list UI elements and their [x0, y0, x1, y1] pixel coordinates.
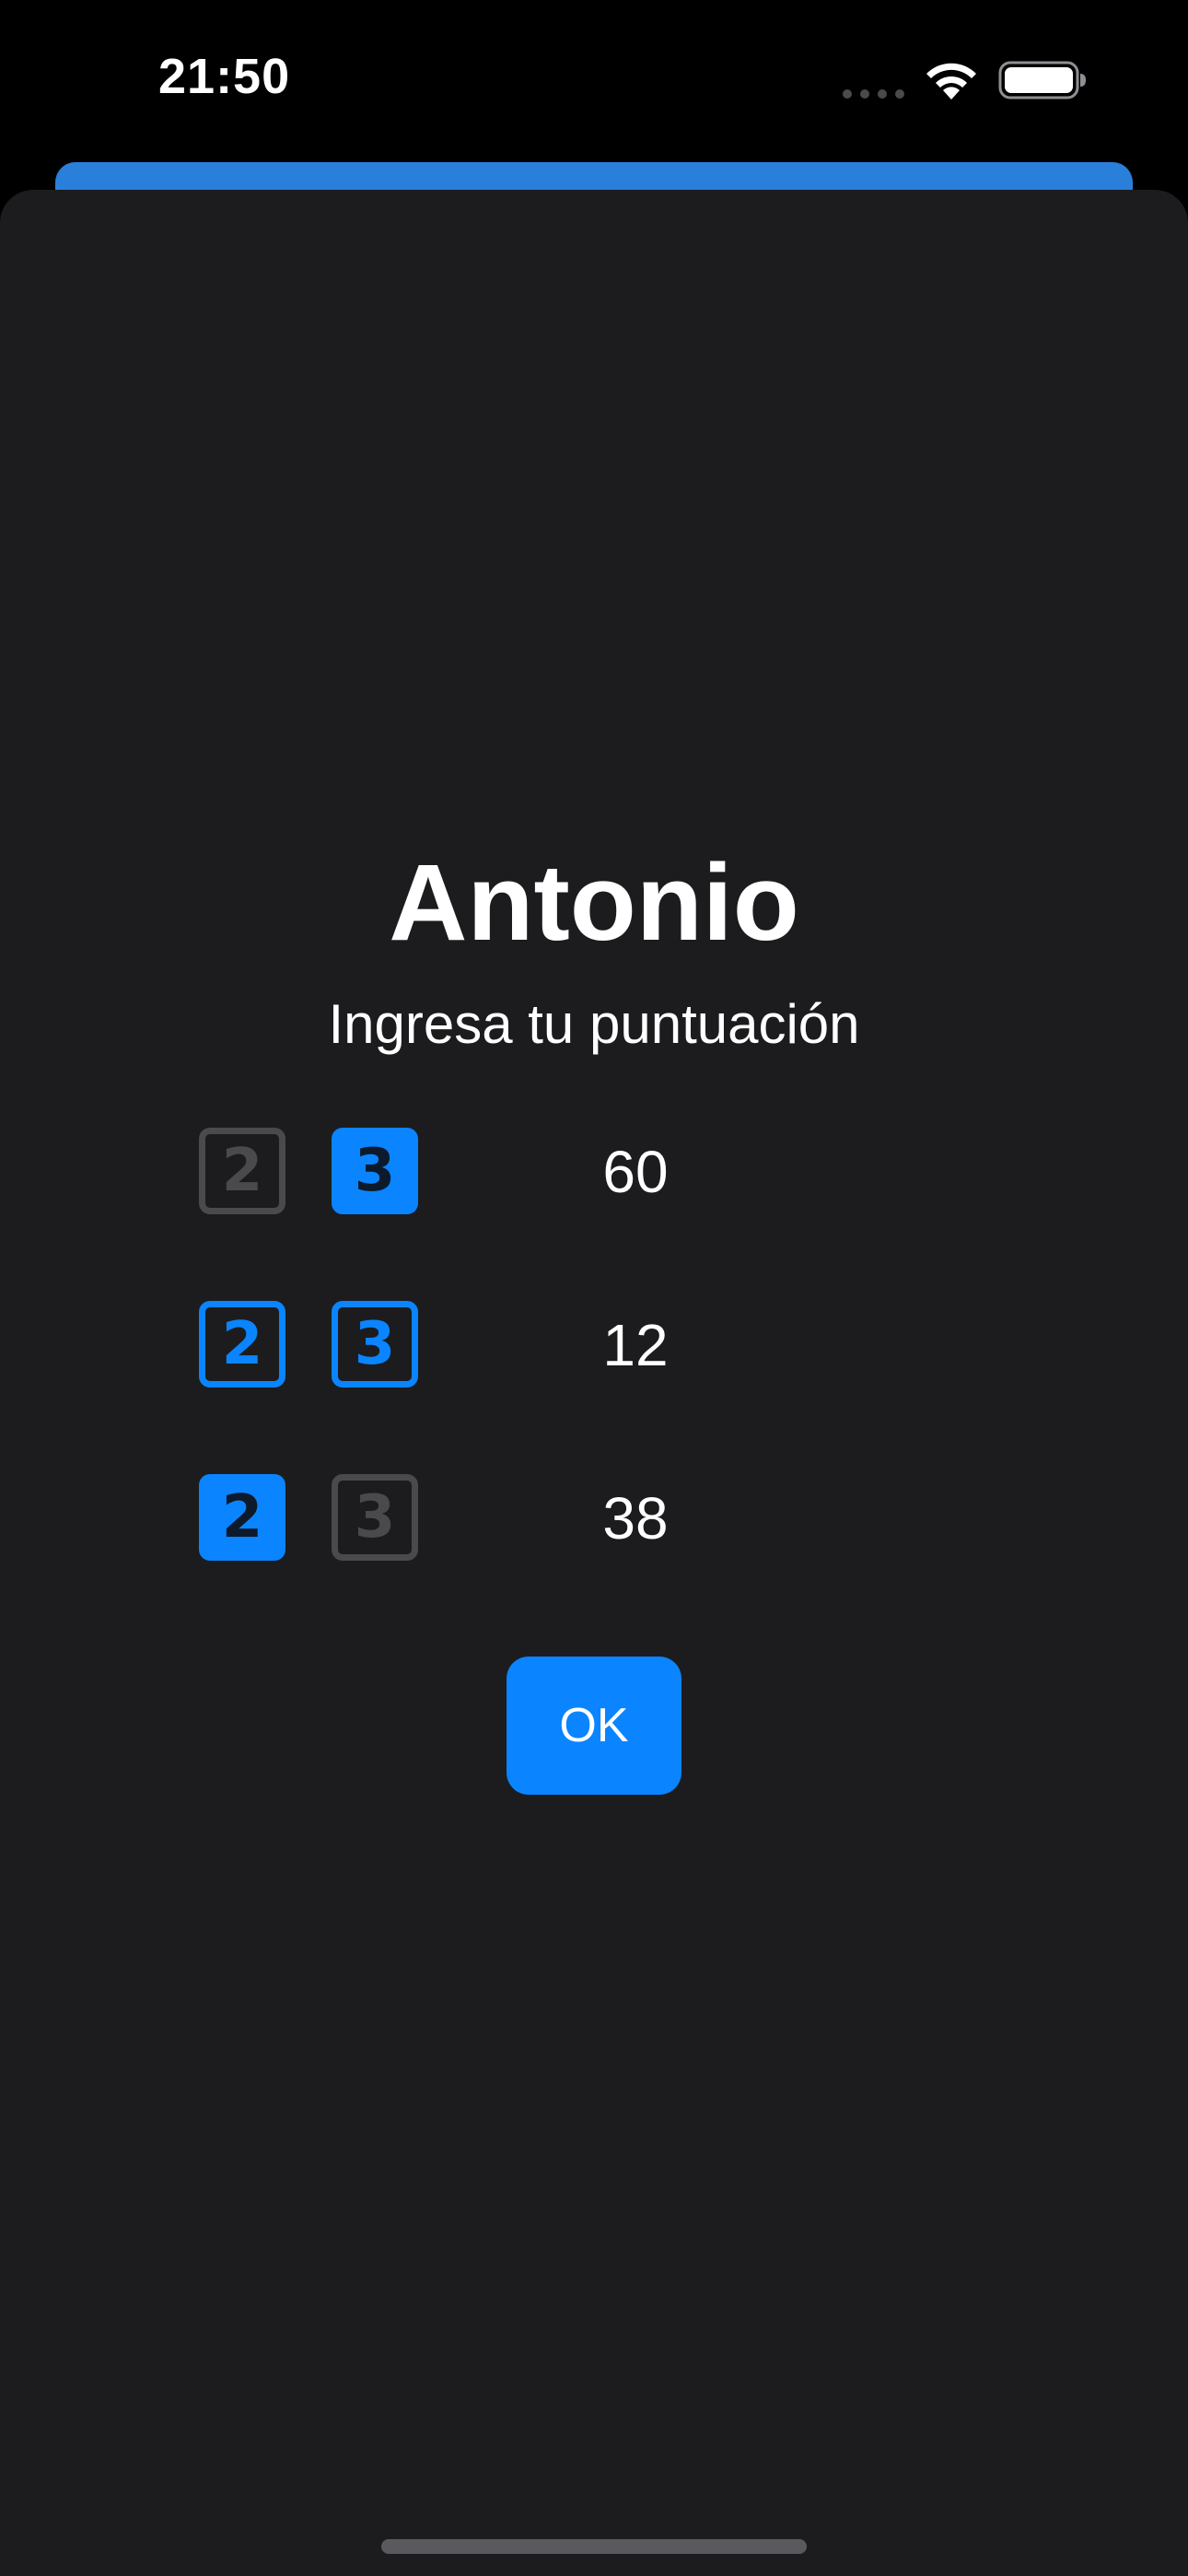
die-2-toggle[interactable]: 2: [199, 1474, 285, 1561]
status-time: 21:50: [158, 49, 291, 104]
score-prompt: Ingresa tu puntuación: [328, 993, 860, 1055]
score-value[interactable]: 38: [571, 1481, 700, 1555]
die-2-toggle[interactable]: 2: [199, 1301, 285, 1388]
player-name: Antonio: [389, 842, 799, 964]
status-bar: 21:50: [0, 0, 1188, 166]
wifi-icon: [926, 63, 976, 100]
score-row: 2 3 12: [0, 1301, 1188, 1389]
battery-icon: [998, 61, 1086, 100]
score-value[interactable]: 60: [571, 1135, 700, 1209]
score-row: 2 3 60: [0, 1128, 1188, 1216]
score-row: 2 3 38: [0, 1474, 1188, 1563]
signal-dots-icon: [843, 89, 904, 99]
die-2-toggle[interactable]: 2: [199, 1128, 285, 1214]
home-indicator: [381, 2539, 807, 2554]
score-value[interactable]: 12: [571, 1308, 700, 1382]
die-3-toggle[interactable]: 3: [332, 1474, 418, 1561]
ok-button[interactable]: OK: [507, 1657, 681, 1795]
die-3-toggle[interactable]: 3: [332, 1128, 418, 1214]
die-3-toggle[interactable]: 3: [332, 1301, 418, 1388]
